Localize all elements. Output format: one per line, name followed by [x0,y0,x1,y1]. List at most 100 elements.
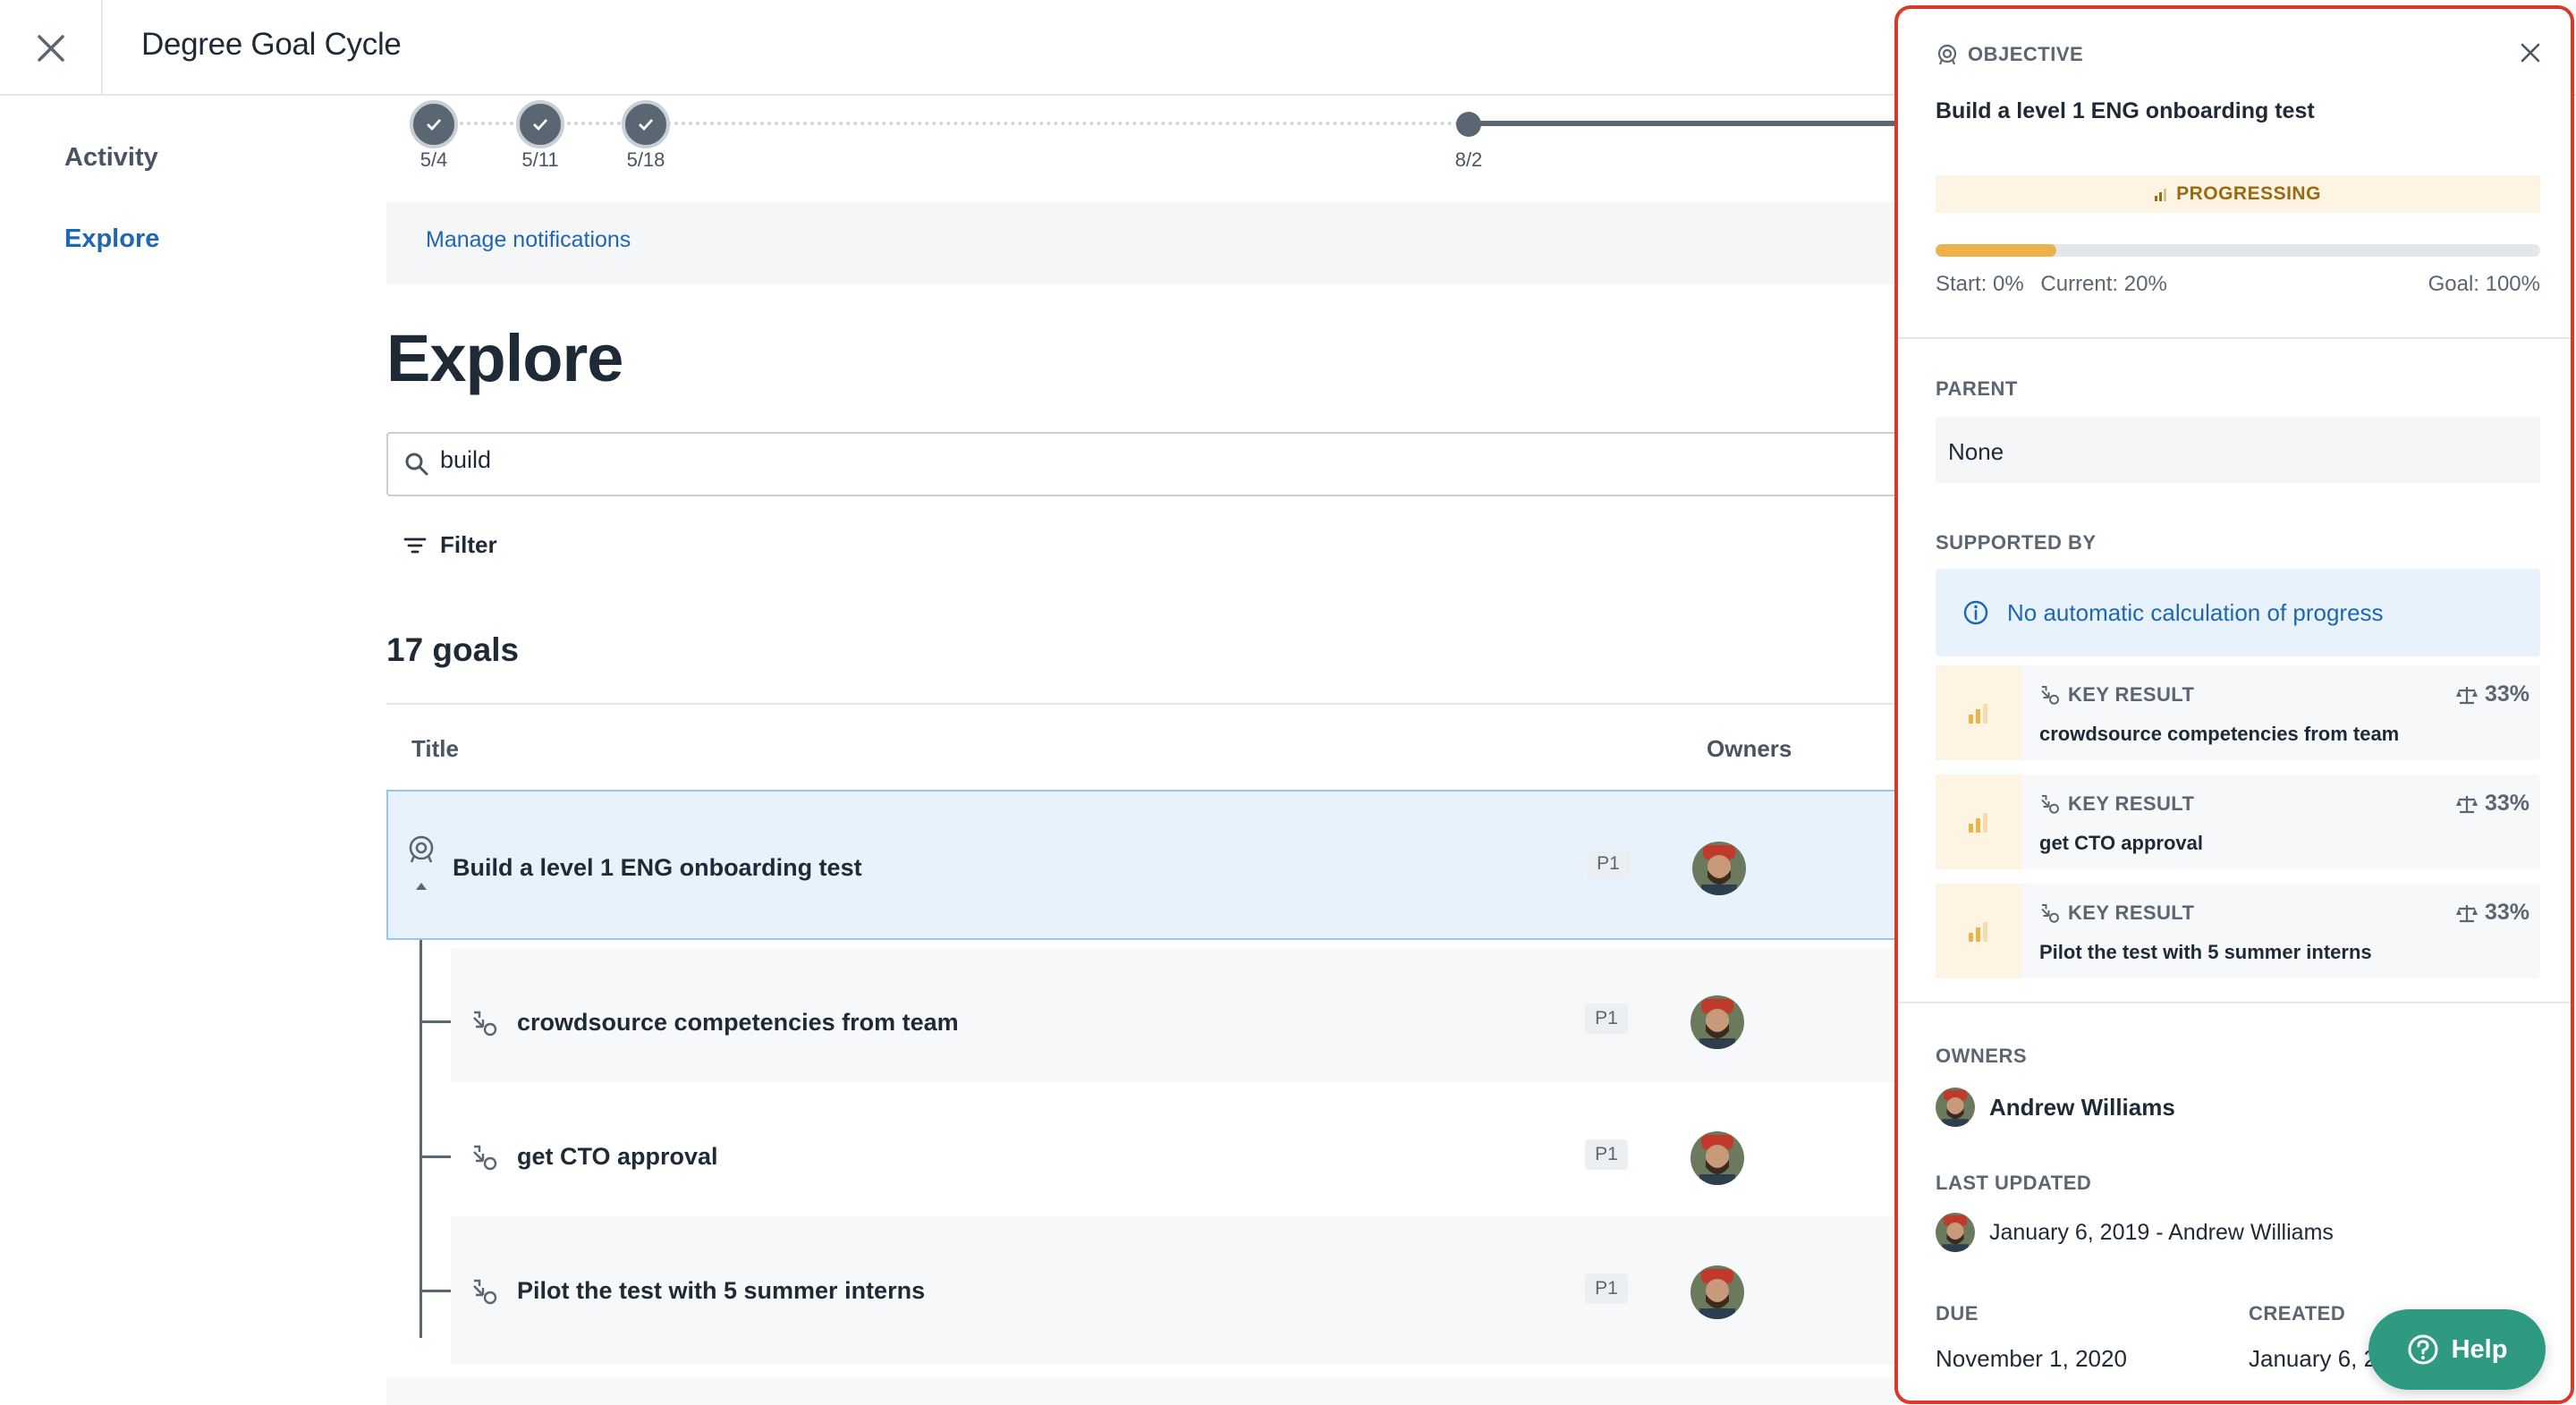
avatar [1936,1213,1975,1252]
kr-weight-value: 33% [2484,791,2529,816]
kr-type: KEY RESULT [2039,901,2194,925]
tree-connector [419,914,422,1338]
owner[interactable]: Andrew Williams [1936,1088,2175,1127]
table-row [386,1377,1907,1405]
timeline-label: 5/11 [521,148,559,171]
kr-weight: 33% [2455,791,2529,817]
filter-button[interactable]: Filter [402,531,497,559]
parent-label: PARENT [1936,377,2018,400]
status-label: PROGRESSING [2176,183,2321,204]
avatar[interactable] [1690,1131,1744,1185]
help-icon [2408,1334,2438,1365]
explore-heading: Explore [386,321,623,395]
kr-title: crowdsource competencies from team [2039,723,2400,745]
progress-bar-fill [1936,244,2057,257]
parent-value[interactable]: None [1936,417,2540,483]
key-result-icon [2041,904,2059,923]
owner-avatar-image [1692,842,1746,895]
manage-notifications-link[interactable]: Manage notifications [426,227,631,253]
timeline-track-future [1469,121,1916,126]
owner-avatar-image [1936,1088,1975,1127]
panel-title: Build a level 1 ENG onboarding test [1936,98,2315,123]
weight-scale-icon [2455,686,2478,704]
key-result-card[interactable]: KEY RESULT 33% get CTO approval [1936,774,2540,869]
kr-weight-value: 33% [2484,681,2529,707]
timeline-checkpoint[interactable] [516,100,564,148]
timeline-current-point[interactable] [1456,112,1481,137]
owners-label: OWNERS [1936,1045,2027,1067]
progress-bars-icon [1969,813,1987,833]
cycle-timeline: 5/4 5/11 5/18 8/2 [386,97,1916,186]
table-row-key-result[interactable]: crowdsource competencies from team P1 [451,948,1907,1096]
kr-status-icon-box [1936,774,2021,869]
priority-badge: P1 [1585,1274,1628,1304]
weight-scale-icon [2455,795,2478,813]
key-result-card[interactable]: KEY RESULT 33% crowdsource competencies … [1936,665,2540,760]
close-icon [2521,43,2540,63]
kr-title: get CTO approval [2039,832,2203,854]
panel-close-button[interactable] [2521,43,2540,67]
key-result-icon [2041,795,2059,814]
table-row-key-result[interactable]: get CTO approval P1 [451,1082,1907,1231]
info-banner: No automatic calculation of progress [1936,569,2540,656]
check-icon [639,119,654,131]
column-header-owners[interactable]: Owners [1707,735,1792,763]
created-value: January 6, 2019 [2249,1345,2374,1372]
progress-current: Current: 20% [2040,272,2167,296]
tree-branch [420,1155,453,1158]
key-result-icon [473,1011,497,1037]
table-row-objective[interactable]: Build a level 1 ENG onboarding test P1 [386,790,1907,940]
row-title: Build a level 1 ENG onboarding test [453,854,862,881]
nav-item-activity[interactable]: Activity [64,143,159,173]
timeline-label: 5/4 [419,148,448,171]
avatar[interactable] [1690,995,1744,1049]
table-header: Title Owners [386,703,1907,789]
kr-type-label: KEY RESULT [2068,901,2195,924]
search-input[interactable] [440,446,977,474]
panel-type-label: OBJECTIVE [1968,43,2084,65]
page-title: Degree Goal Cycle [141,27,402,62]
panel-type: OBJECTIVE [1936,43,2083,66]
supported-by-label: SUPPORTED BY [1936,531,2097,554]
avatar[interactable] [1690,1265,1744,1319]
owner-avatar-image [1690,1131,1744,1185]
kr-type: KEY RESULT [2039,683,2194,707]
tree-branch [420,1020,453,1023]
last-updated-value: January 6, 2019 - Andrew Williams [1989,1219,2334,1245]
notification-banner: Manage notifications [386,202,1907,284]
row-title: Pilot the test with 5 summer interns [517,1277,926,1304]
kr-status-icon-box [1936,884,2021,978]
timeline-label: 8/2 [1454,148,1483,171]
last-updated: January 6, 2019 - Andrew Williams [1936,1213,2334,1252]
kr-type-label: KEY RESULT [2068,792,2195,815]
avatar[interactable] [1692,842,1746,895]
kr-title: Pilot the test with 5 summer interns [2039,941,2372,963]
collapse-caret-icon[interactable] [415,881,428,892]
progress-stats: Start: 0% Current: 20% Goal: 100% [1936,272,2540,297]
timeline-checkpoint[interactable] [622,100,670,148]
close-button[interactable] [0,0,103,96]
timeline-checkpoint[interactable] [410,100,458,148]
kr-type: KEY RESULT [2039,792,2194,816]
table-row-key-result[interactable]: Pilot the test with 5 summer interns P1 [451,1216,1907,1365]
kr-weight: 33% [2455,681,2529,707]
left-nav: Activity Explore [64,143,159,306]
kr-type-label: KEY RESULT [2068,683,2195,706]
check-icon [533,119,548,131]
owner-avatar-image [1690,995,1744,1049]
column-header-title[interactable]: Title [411,735,459,763]
divider [1898,1002,2571,1003]
progress-bars-icon [2155,189,2167,201]
key-result-card[interactable]: KEY RESULT 33% Pilot the test with 5 sum… [1936,884,2540,978]
due-label: DUE [1936,1302,1979,1325]
tree-branch [420,1290,453,1292]
status-badge: PROGRESSING [1936,175,2540,213]
kr-status-icon-box [1936,665,2021,760]
help-button[interactable]: Help [2368,1309,2546,1390]
owner-avatar-image [1690,1265,1744,1319]
search-box [386,432,1907,496]
priority-badge: P1 [1585,1139,1628,1170]
nav-item-explore[interactable]: Explore [64,224,159,254]
close-icon [37,34,64,62]
key-result-icon [473,1145,497,1171]
